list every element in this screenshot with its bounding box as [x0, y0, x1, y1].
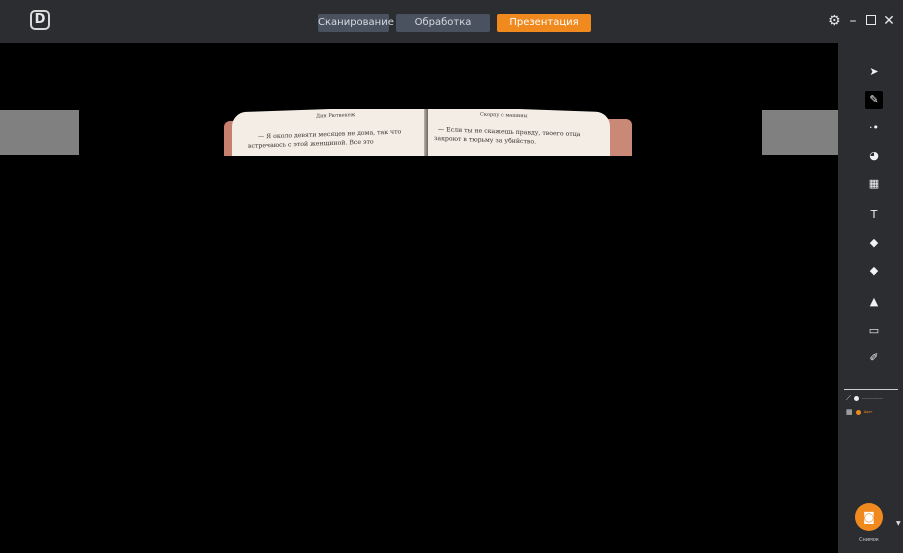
title-bar: D Сканирование Обработка Презентация ⚙ –… [0, 0, 903, 43]
page-header-left: Дин Рютвекеж [316, 112, 356, 120]
fill-icon[interactable]: ◆ [865, 234, 883, 252]
color-swatch [855, 409, 861, 415]
board-icon[interactable]: ▭ [865, 322, 883, 340]
maximize-icon[interactable] [866, 15, 876, 25]
book-page-left: Дин Рютвекеж — Я около девяти месяцев не… [232, 109, 428, 156]
page-text-right-2: закроют в тюрьму за убийство. [434, 135, 537, 146]
tab-presentation[interactable]: Презентация [497, 14, 591, 32]
line-width-icon: ⟋ [846, 394, 851, 402]
app-logo: D [30, 10, 50, 30]
line-width-swatch [853, 395, 859, 401]
gear-icon[interactable]: ⚙ [828, 12, 841, 30]
camera-icon: ◙ [863, 510, 875, 524]
pen-icon[interactable]: ✎ [865, 91, 883, 109]
book-page-right: Скорпу с машины — Если ты не скажешь пра… [428, 109, 610, 156]
spotlight-icon[interactable]: ◕ [865, 147, 883, 165]
close-icon[interactable]: ✕ [883, 12, 895, 30]
color-label: Цвет [863, 410, 873, 414]
color-option[interactable]: ▦ Цвет [846, 408, 873, 416]
capture-label: Снимок [859, 537, 879, 543]
mode-tabs: Сканирование Обработка Презентация [318, 14, 591, 32]
eraser-icon[interactable]: ◆ [865, 262, 883, 280]
minimize-icon[interactable]: – [847, 12, 859, 30]
presentation-stage[interactable]: Дин Рютвекеж — Я около девяти месяцев не… [0, 43, 838, 553]
tab-processing[interactable]: Обработка [396, 14, 490, 32]
color-picker-icon[interactable]: ✐ [865, 349, 883, 367]
camera-capture-button[interactable]: ◙ [855, 503, 883, 531]
palette-icon: ▦ [846, 408, 853, 416]
tab-scanning[interactable]: Сканирование [318, 14, 394, 32]
window-controls: ⚙ – ✕ [828, 12, 895, 30]
line-width-option[interactable]: ⟋ —————— [846, 394, 883, 402]
shade-icon[interactable]: ▦ [865, 175, 883, 193]
presentation-toolbar: ➤ ✎ ·• ◕ ▦ T ◆ ◆ ▲ ▭ ✐ ⟋ —————— ▦ Цвет ◙… [838, 43, 903, 553]
book-edge-right [608, 119, 632, 156]
clear-all-icon[interactable]: ▲ [865, 293, 883, 311]
right-thumbnail[interactable] [762, 110, 838, 155]
book-image: Дин Рютвекеж — Я около девяти месяцев не… [224, 109, 632, 156]
laser-pointer-icon[interactable]: ·• [865, 119, 883, 137]
line-width-label: —————— [861, 396, 883, 400]
pointer-icon[interactable]: ➤ [865, 63, 883, 81]
capture-dropdown-arrow[interactable]: ▼ [896, 520, 901, 527]
page-header-right: Скорпу с машины [480, 111, 528, 120]
left-thumbnail[interactable] [0, 110, 79, 155]
page-text-left-1: — Я около девяти месяцев не дома, так чт… [258, 128, 402, 141]
text-icon[interactable]: T [865, 206, 883, 224]
toolbar-divider [844, 389, 898, 390]
